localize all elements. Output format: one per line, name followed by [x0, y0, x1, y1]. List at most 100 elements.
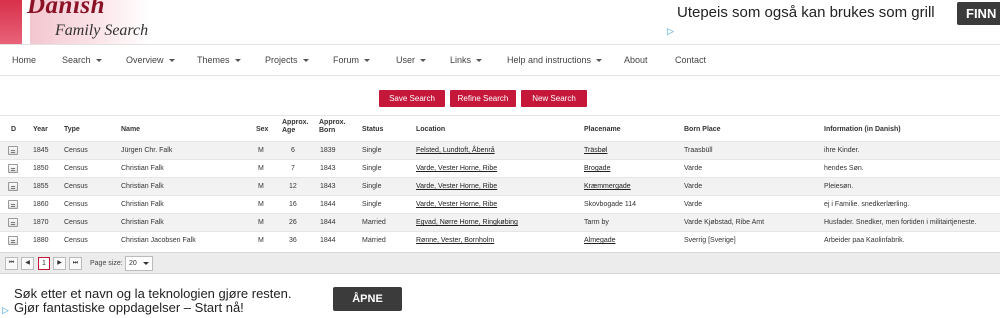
- nav-overview[interactable]: Overview: [126, 55, 175, 65]
- col-type[interactable]: Type: [64, 126, 80, 134]
- page-size-select[interactable]: 20: [125, 256, 153, 271]
- cell-born-place: Varde Kjøbstad, Ribe Amt: [684, 219, 765, 226]
- cell-status: Single: [362, 147, 382, 154]
- bottom-advert-line2[interactable]: Gjør fantastiske oppdagelser – Start nå!: [14, 300, 244, 315]
- nav-forum[interactable]: Forum: [333, 55, 371, 65]
- cell-born-place: Traasbüll: [684, 147, 713, 154]
- nav-search[interactable]: Search: [62, 55, 102, 65]
- ad-choices-icon[interactable]: ▷: [667, 26, 674, 37]
- document-icon[interactable]: [8, 182, 18, 191]
- cell-status: Single: [362, 201, 382, 208]
- cell-name: Christian Falk: [121, 183, 164, 190]
- col-placename[interactable]: Placename: [584, 126, 621, 134]
- prev-page-button[interactable]: ◀: [21, 257, 34, 270]
- nav-about[interactable]: About: [624, 55, 648, 65]
- bottom-advert-button[interactable]: ÅPNE: [333, 287, 402, 311]
- cell-born-place: Varde: [684, 183, 703, 190]
- table-row[interactable]: 1860 Census Christian Falk M 16 1844 Sin…: [0, 195, 1000, 213]
- document-icon[interactable]: [8, 236, 18, 245]
- last-page-button[interactable]: ⏭: [69, 257, 82, 270]
- cell-information: Pleiesøn.: [824, 183, 854, 190]
- top-advert-text[interactable]: Utepeis som også kan brukes som grill: [677, 4, 935, 21]
- placename-link[interactable]: Brogade: [584, 165, 610, 172]
- cell-name: Christian Jacobsen Falk: [121, 237, 196, 244]
- chevron-down-icon: [476, 59, 483, 63]
- pager: ⏮ ◀ 1 ▶ ⏭ Page size: 20: [0, 252, 1000, 274]
- table-row[interactable]: 1880 Census Christian Jacobsen Falk M 36…: [0, 231, 1000, 249]
- col-born-place[interactable]: Born Place: [684, 126, 721, 134]
- placename-link[interactable]: Kræmmergade: [584, 183, 631, 190]
- cell-name: Christian Falk: [121, 201, 164, 208]
- document-icon[interactable]: [8, 146, 18, 155]
- cell-type: Census: [64, 219, 88, 226]
- col-year[interactable]: Year: [33, 126, 48, 134]
- location-link[interactable]: Rønne, Vester, Bornholm: [416, 237, 494, 244]
- document-icon[interactable]: [8, 200, 18, 209]
- nav-home[interactable]: Home: [12, 55, 36, 65]
- bottom-advert-line1[interactable]: Søk etter et navn og la teknologien gjør…: [14, 286, 292, 301]
- logo-flag: [0, 0, 22, 44]
- document-icon[interactable]: [8, 218, 18, 227]
- nav-links[interactable]: Links: [450, 55, 483, 65]
- cell-type: Census: [64, 147, 88, 154]
- next-page-button[interactable]: ▶: [53, 257, 66, 270]
- document-icon[interactable]: [8, 164, 18, 173]
- col-born[interactable]: Approx. Born: [319, 119, 349, 135]
- first-page-button[interactable]: ⏮: [5, 257, 18, 270]
- cell-sex: M: [258, 147, 264, 154]
- location-link[interactable]: Felsted, Lundtoft, Åbenrå: [416, 147, 495, 154]
- top-advert[interactable]: Utepeis som også kan brukes som grill FI…: [667, 0, 1000, 40]
- nav-projects[interactable]: Projects: [265, 55, 309, 65]
- cell-type: Census: [64, 201, 88, 208]
- cell-type: Census: [64, 183, 88, 190]
- refine-search-button[interactable]: Refine Search: [450, 90, 516, 107]
- new-search-button[interactable]: New Search: [521, 90, 587, 107]
- cell-born-place: Sverrig [Sverige]: [684, 237, 736, 244]
- cell-age: 7: [291, 165, 295, 172]
- table-row[interactable]: 1870 Census Christian Falk M 26 1844 Mar…: [0, 213, 1000, 231]
- nav-help[interactable]: Help and instructions: [507, 55, 603, 65]
- col-information[interactable]: Information (in Danish): [824, 126, 901, 134]
- site-logo[interactable]: Danish Family Search: [0, 0, 160, 44]
- chevron-down-icon: [143, 262, 149, 265]
- save-search-button[interactable]: Save Search: [379, 90, 445, 107]
- cell-born-place: Varde: [684, 165, 703, 172]
- cell-year: 1860: [33, 201, 49, 208]
- cell-year: 1850: [33, 165, 49, 172]
- col-sex[interactable]: Sex: [256, 126, 268, 134]
- nav-themes[interactable]: Themes: [197, 55, 241, 65]
- page: Danish Family Search Utepeis som også ka…: [0, 0, 1000, 318]
- location-link[interactable]: Varde, Vester Horne, Ribe: [416, 201, 497, 208]
- cell-age: 12: [289, 183, 297, 190]
- col-location[interactable]: Location: [416, 126, 445, 134]
- ad-choices-icon[interactable]: ▷: [2, 305, 9, 316]
- main-nav: Home Search Overview Themes Projects For…: [0, 44, 1000, 76]
- location-link[interactable]: Egvad, Nørre Horne, Ringkøbing: [416, 219, 518, 226]
- nav-contact[interactable]: Contact: [675, 55, 706, 65]
- placename-link[interactable]: Träsbøl: [584, 147, 607, 154]
- col-name[interactable]: Name: [121, 126, 140, 134]
- nav-user[interactable]: User: [396, 55, 427, 65]
- cell-born: 1843: [320, 183, 336, 190]
- location-link[interactable]: Varde, Vester Horne, Ribe: [416, 183, 497, 190]
- table-row[interactable]: 1855 Census Christian Falk M 12 1843 Sin…: [0, 177, 1000, 195]
- col-age[interactable]: Approx. Age: [282, 119, 308, 135]
- cell-status: Married: [362, 237, 386, 244]
- cell-status: Single: [362, 183, 382, 190]
- cell-information: ihre Kinder.: [824, 147, 860, 154]
- top-advert-button[interactable]: FINN: [957, 2, 1000, 25]
- cell-type: Census: [64, 237, 88, 244]
- table-row[interactable]: 1845 Census Jürgen Chr. Falk M 6 1839 Si…: [0, 141, 1000, 159]
- col-status[interactable]: Status: [362, 126, 383, 134]
- chevron-down-icon: [302, 59, 309, 63]
- cell-name: Christian Falk: [121, 165, 164, 172]
- placename-link[interactable]: Almegade: [584, 237, 616, 244]
- col-d[interactable]: D: [11, 126, 16, 134]
- bottom-advert[interactable]: Søk etter et navn og la teknologien gjør…: [0, 275, 420, 318]
- table-row[interactable]: 1850 Census Christian Falk M 7 1843 Sing…: [0, 159, 1000, 177]
- cell-age: 36: [289, 237, 297, 244]
- cell-born: 1844: [320, 219, 336, 226]
- cell-year: 1845: [33, 147, 49, 154]
- current-page[interactable]: 1: [38, 257, 50, 270]
- location-link[interactable]: Varde, Vester Horne, Ribe: [416, 165, 497, 172]
